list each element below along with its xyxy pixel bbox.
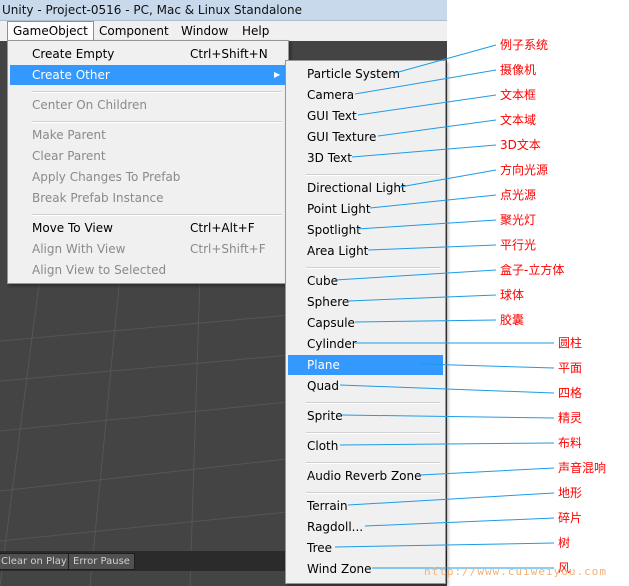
- annotation-leader-line: [364, 517, 555, 527]
- annotation-leader-line: [334, 542, 555, 548]
- annotation-label: 平面: [558, 361, 583, 375]
- annotation-label: 文本框: [500, 88, 537, 102]
- annotation-leader-line: [394, 44, 497, 74]
- annotation-leader-line: [369, 194, 497, 209]
- annotation-leader-line: [357, 94, 497, 116]
- annotation-label: 文本域: [500, 113, 537, 127]
- annotation-label: 球体: [500, 288, 525, 302]
- annotation-label: 四格: [558, 386, 583, 400]
- annotation-leader-line: [339, 442, 555, 446]
- annotation-label: 圆柱: [558, 336, 583, 350]
- annotation-leader-line: [367, 244, 497, 251]
- annotation-leader-line: [354, 319, 497, 323]
- annotation-leader-line: [419, 363, 555, 369]
- annotation-label: 精灵: [558, 411, 583, 425]
- annotation-leader-line: [351, 144, 497, 158]
- annotation-label: 例子系统: [500, 38, 549, 52]
- annotation-label: 碎片: [558, 511, 583, 525]
- annotation-leader-line: [419, 467, 555, 476]
- annotation-label: 平行光: [500, 238, 537, 252]
- annotation-leader-line: [377, 119, 497, 137]
- annotation-label: 声音混响: [558, 461, 607, 475]
- annotation-leader-line: [356, 219, 497, 230]
- annotation-leader-line: [399, 169, 497, 188]
- annotation-label: 摄像机: [500, 63, 537, 77]
- annotation-label: 树: [558, 536, 571, 550]
- annotation-label: 3D文本: [500, 138, 541, 152]
- annotation-label: 地形: [558, 486, 583, 500]
- annotation-leader-line: [339, 384, 555, 394]
- annotation-label: 盒子-立方体: [500, 263, 565, 277]
- annotation-label: 布料: [558, 436, 583, 450]
- annotation-leader-line: [341, 414, 555, 419]
- annotation-leader-line: [347, 294, 497, 302]
- watermark-text: http://www.cuiweiyou.com: [424, 565, 607, 578]
- annotation-label: 聚光灯: [500, 213, 537, 227]
- annotation-leader-line: [347, 492, 555, 506]
- annotation-leader-line: [354, 69, 497, 95]
- annotation-leader-line: [334, 269, 497, 281]
- annotation-label: 方向光源: [500, 163, 549, 177]
- annotation-label: 点光源: [500, 188, 537, 202]
- annotation-label: 胶囊: [500, 313, 525, 327]
